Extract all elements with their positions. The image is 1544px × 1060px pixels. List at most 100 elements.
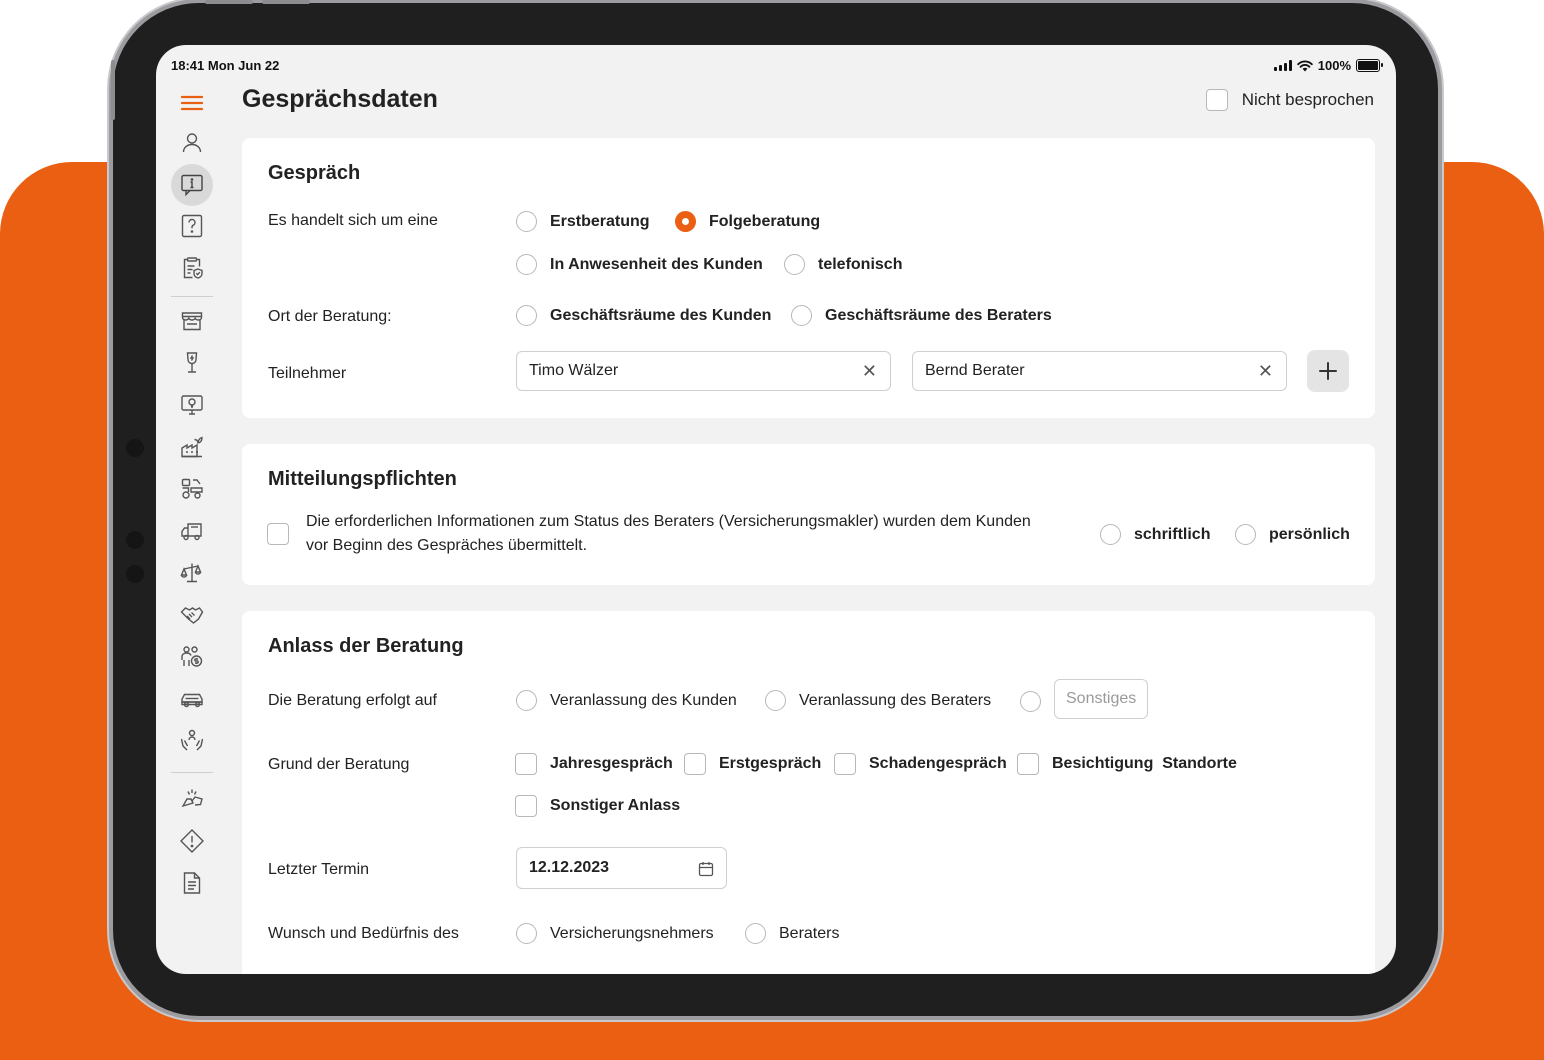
checkbox-erstgespraech[interactable]: Erstgespräch [684,753,821,775]
radio-label: Folgeberatung [709,212,821,230]
radio-in-anwesenheit[interactable]: In Anwesenheit des Kunden [516,254,763,275]
handshake-icon[interactable] [170,595,214,635]
radio-button[interactable] [516,923,537,944]
factory-plant-icon[interactable] [170,427,214,467]
status-time: 18:41 Mon Jun 22 [171,58,280,73]
radio-button[interactable] [784,254,805,275]
radio-label: persönlich [1269,525,1350,543]
plus-icon [1319,362,1337,380]
camera-dot [126,531,144,549]
radio-button[interactable] [1235,524,1256,545]
radio-initiative-advisor[interactable]: Veranlassung des Beraters [765,690,991,711]
document-icon[interactable] [170,863,214,903]
signal-icon [1273,60,1292,71]
question-icon[interactable] [170,206,214,246]
truck-icon[interactable] [170,511,214,551]
machinery-icon[interactable] [170,469,214,509]
clipboard-shield-icon[interactable] [170,248,214,288]
radio-erstberatung[interactable]: Erstberatung [516,211,650,232]
participant-value: Timo Wälzer [529,362,619,379]
radio-button[interactable] [791,305,812,326]
radio-label: Erstberatung [550,212,650,230]
info-text-line: vor Beginn des Gespräches übermittelt. [306,537,588,554]
location-label: Ort der Beratung: [268,308,392,325]
scales-icon[interactable] [170,553,214,593]
monitor-idea-icon[interactable] [170,385,214,425]
sidebar-divider [171,296,213,297]
person-icon[interactable] [170,123,214,163]
radio-label: Geschäftsräume des Beraters [825,306,1052,324]
radio-button-selected[interactable] [675,211,696,232]
camera-dot [126,565,144,583]
radio-folgeberatung[interactable]: Folgeberatung [675,211,820,232]
radio-button[interactable] [765,690,786,711]
status-bar: 18:41 Mon Jun 22 100% [171,58,1383,74]
card-gespraech: Gespräch Es handelt sich um eine Erstber… [242,138,1375,418]
radio-button[interactable] [516,254,537,275]
page-title: Gesprächsdaten [242,85,438,113]
checkbox-schadengespraech[interactable]: Schadengespräch [834,753,1007,775]
participant-value: Bernd Berater [925,362,1025,379]
radio-telefonisch[interactable]: telefonisch [784,254,902,275]
radio-button[interactable] [516,211,537,232]
info-chat-icon[interactable] [171,164,213,206]
checkbox[interactable] [684,753,706,775]
calendar-icon[interactable] [698,861,714,877]
wine-glass-icon[interactable] [170,343,214,383]
radio-wish-policyholder[interactable]: Versicherungsnehmers [516,923,714,944]
other-initiative-input[interactable]: Sonstiges [1054,679,1149,719]
radio-button[interactable] [516,690,537,711]
checkbox-jahresgespraech[interactable]: Jahresgespräch [515,753,673,775]
shop-icon[interactable] [170,301,214,341]
radio-button[interactable] [516,305,537,326]
checkbox-sonstiger-anlass[interactable]: Sonstiger Anlass [515,795,680,817]
power-button [111,60,115,120]
radio-initiative-customer[interactable]: Veranlassung des Kunden [516,690,737,711]
car-icon[interactable] [170,679,214,719]
radio-schriftlich[interactable]: schriftlich [1100,524,1210,545]
last-date-input[interactable]: 12.12.2023 [516,847,727,889]
people-money-icon[interactable] [170,637,214,677]
camera-dot [126,439,144,457]
participant-field[interactable]: Timo Wälzer ✕ [516,351,891,391]
warning-icon[interactable] [170,821,214,861]
add-participant-button[interactable] [1307,350,1349,392]
participant-field[interactable]: Bernd Berater ✕ [912,351,1287,391]
menu-icon[interactable] [170,83,214,123]
battery-icon [1356,59,1383,72]
radio-button[interactable] [745,923,766,944]
initiative-label: Die Beratung erfolgt auf [268,692,437,709]
clear-icon[interactable]: ✕ [862,361,877,382]
checkbox[interactable] [515,795,537,817]
app-screen: 18:41 Mon Jun 22 100% Gesprächsdaten Nic… [156,45,1396,974]
last-date-value: 12.12.2023 [529,859,610,876]
card-mitteilungspflichten: Mitteilungspflichten Die erforderlichen … [242,444,1375,585]
checkbox[interactable] [834,753,856,775]
damage-icon[interactable] [170,779,214,819]
wish-label: Wunsch und Bedürfnis des [268,925,459,942]
radio-label: In Anwesenheit des Kunden [550,255,763,273]
info-provided-checkbox[interactable] [267,523,289,545]
checkbox[interactable] [515,753,537,775]
checkbox[interactable] [1017,753,1039,775]
info-text-line: Die erforderlichen Informationen zum Sta… [306,513,1031,530]
not-discussed-checkbox[interactable] [1205,89,1228,111]
radio-label: Geschäftsräume des Kunden [550,306,772,324]
radio-persoenlich[interactable]: persönlich [1235,524,1350,545]
radio-location-customer[interactable]: Geschäftsräume des Kunden [516,305,771,326]
radio-button[interactable] [1100,524,1121,545]
hands-care-icon[interactable] [170,721,214,761]
radio-location-advisor[interactable]: Geschäftsräume des Beraters [791,305,1052,326]
checkbox-besichtigung[interactable]: Besichtigung Standorte [1017,753,1237,775]
not-discussed-toggle[interactable]: Nicht besprochen [1205,89,1374,111]
clear-icon[interactable]: ✕ [1258,361,1273,382]
sidebar-divider [171,772,213,773]
radio-initiative-other[interactable] [1020,691,1041,712]
volume-button [262,0,310,4]
radio-label: Versicherungsnehmers [550,924,714,942]
radio-wish-advisor[interactable]: Beraters [745,923,839,944]
section-title-mitteilung: Mitteilungspflichten [268,468,457,490]
volume-button [205,0,253,4]
last-date-label: Letzter Termin [268,861,370,878]
participants-label: Teilnehmer [268,365,347,382]
